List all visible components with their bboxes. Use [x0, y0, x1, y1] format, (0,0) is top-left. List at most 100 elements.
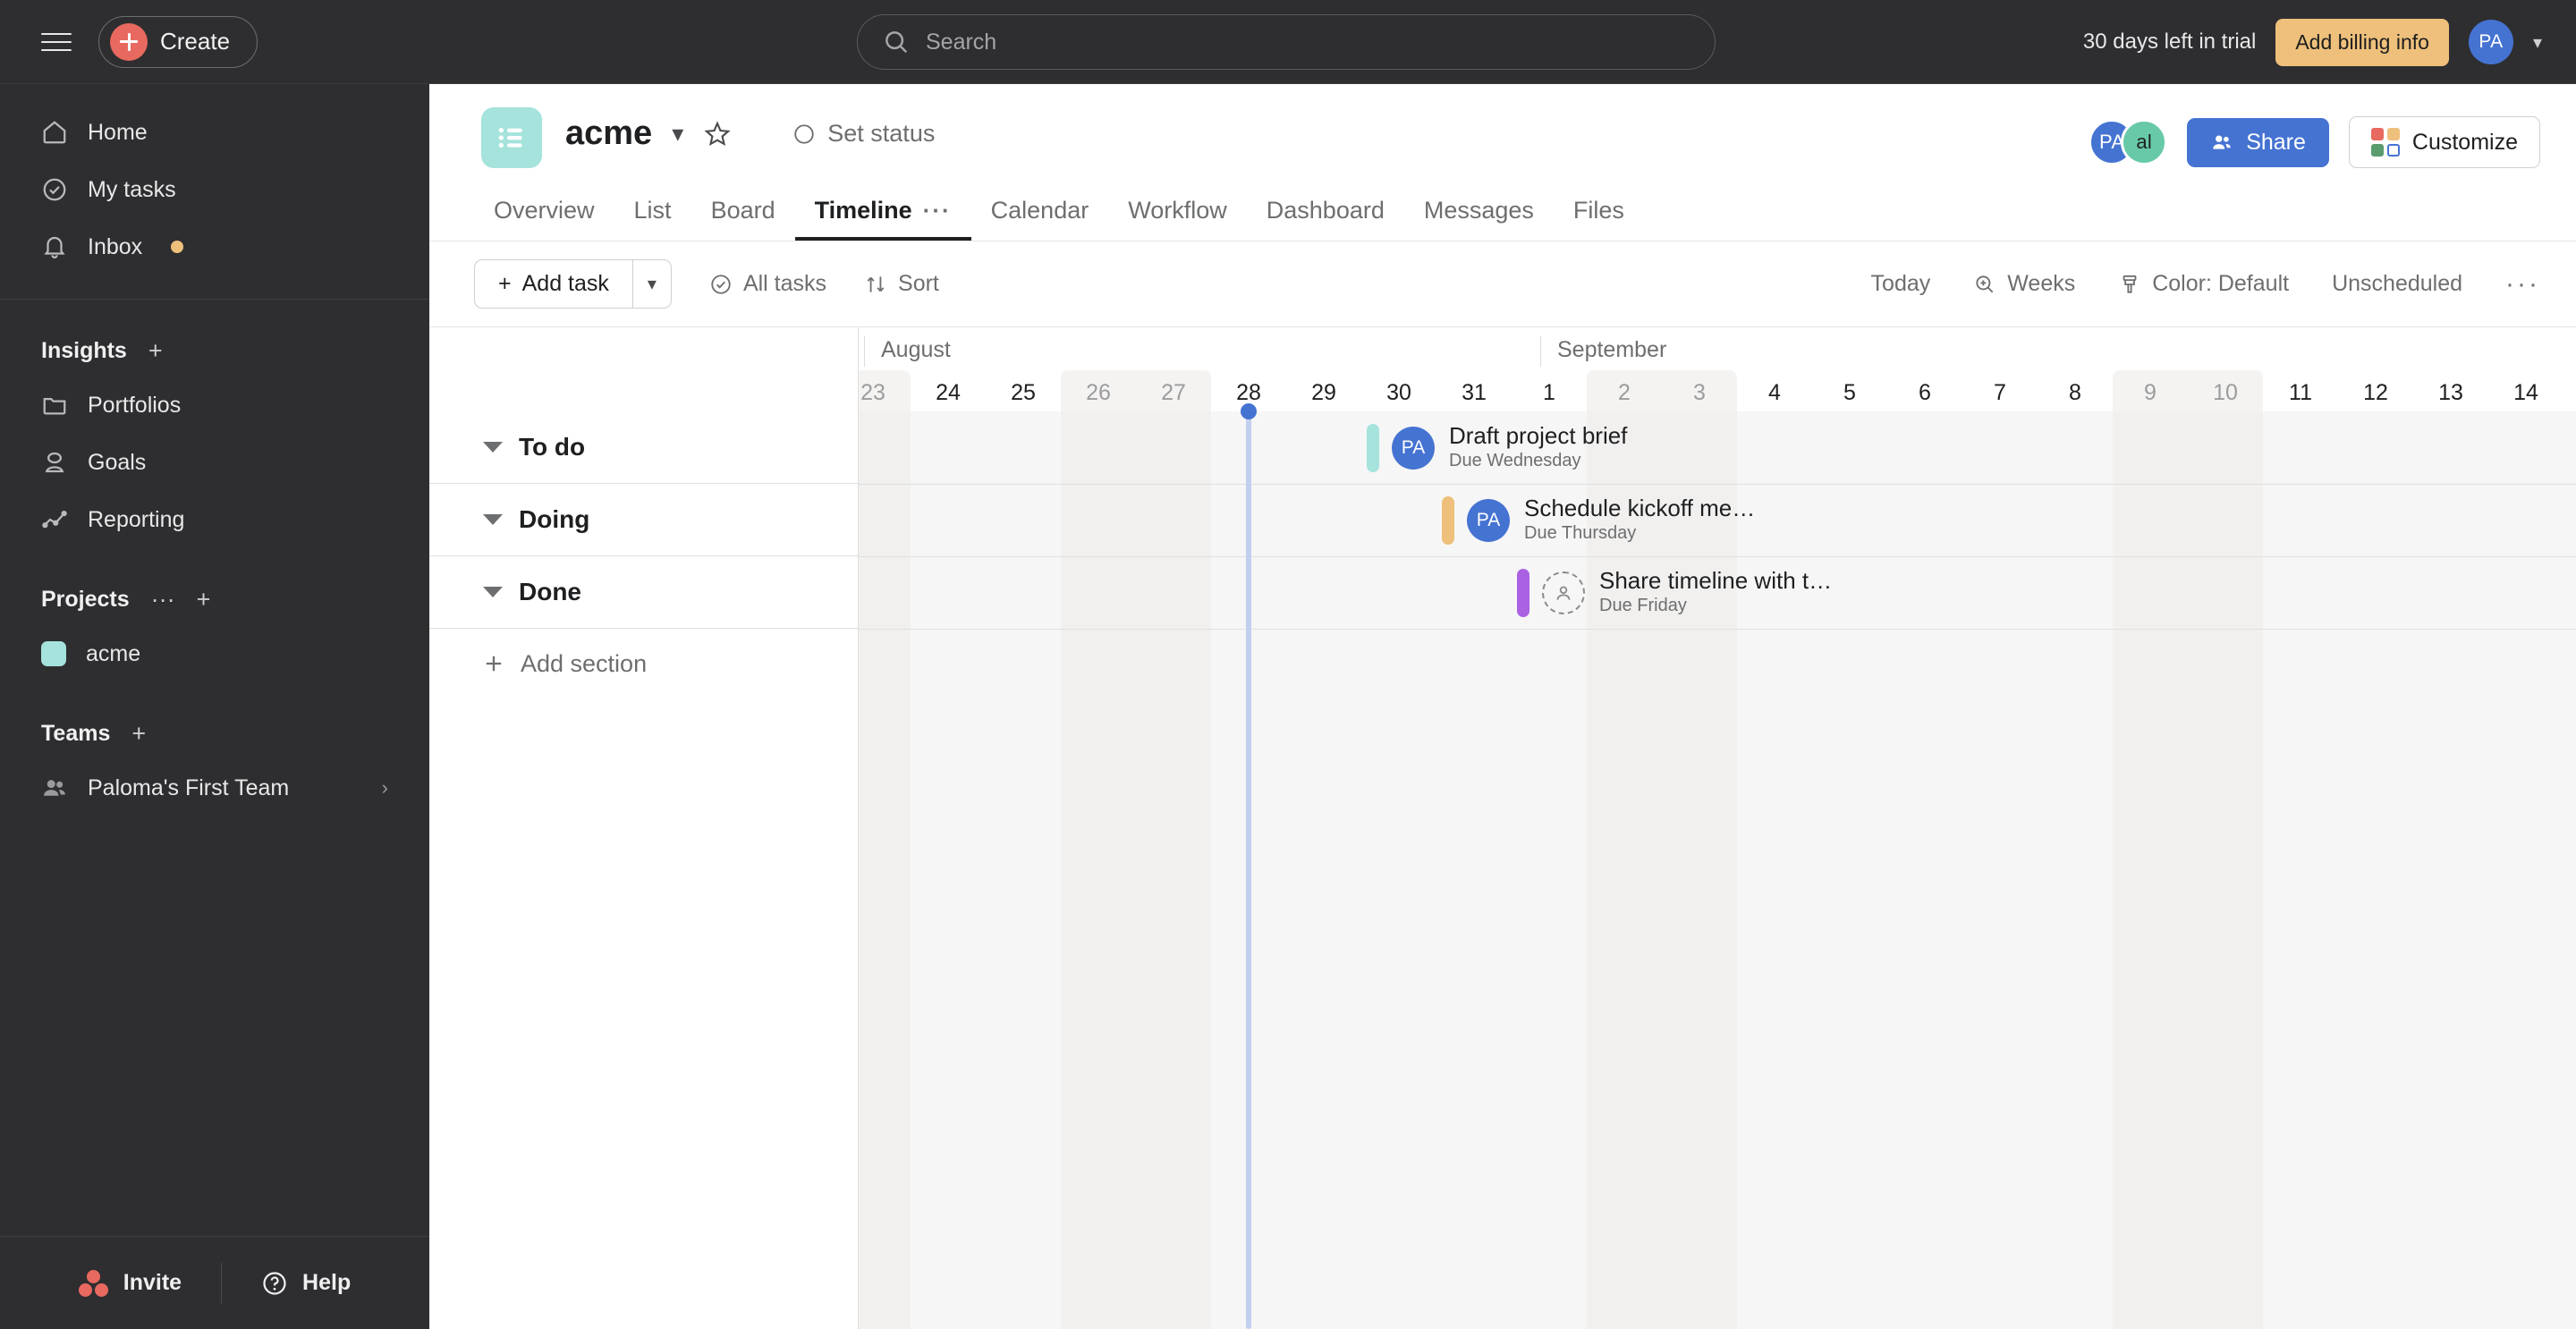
avatar[interactable]: al: [2121, 119, 2168, 165]
timeline-more-options-button[interactable]: ···: [2505, 269, 2540, 300]
task-text-group: Schedule kickoff me… Due Thursday: [1524, 495, 1755, 546]
tab-list[interactable]: List: [614, 188, 691, 241]
timeline-canvas[interactable]: PA Draft project brief Due Wednesday PA Sche…: [859, 403, 2576, 1329]
section-row-to-do[interactable]: To do: [429, 411, 858, 484]
task-color-bar[interactable]: [1517, 568, 1530, 617]
project-title-group: acme ▾ Set status: [565, 114, 935, 153]
add-billing-info-button[interactable]: Add billing info: [2275, 18, 2449, 66]
help-button[interactable]: Help: [222, 1270, 390, 1297]
paintbrush-icon: [2123, 275, 2137, 293]
section-label: Done: [519, 578, 581, 605]
invite-button[interactable]: Invite: [39, 1269, 221, 1297]
list-icon: [498, 128, 522, 148]
add-task-button[interactable]: + Add task ▾: [474, 259, 672, 309]
day-label: 11: [2289, 379, 2312, 405]
day-label: 9: [2144, 379, 2157, 405]
sidebar-item-team-palomas-first-team[interactable]: Paloma's First Team ›: [0, 759, 429, 817]
day-label: 5: [1843, 379, 1856, 405]
timeline-toolbar-right: Today Weeks Color: Default Unscheduled ·…: [1828, 269, 2540, 300]
add-project-button[interactable]: +: [197, 587, 211, 612]
day-label: 24: [936, 379, 961, 405]
account-avatar[interactable]: PA: [2468, 20, 2513, 64]
section-label: To do: [519, 433, 586, 461]
task-text-group: Share timeline with t… Due Friday: [1599, 567, 1832, 618]
sidebar-section-projects-title: Projects: [41, 586, 130, 612]
sort-button[interactable]: Sort: [864, 271, 939, 297]
section-row-doing[interactable]: Doing: [429, 484, 858, 556]
sidebar-item-portfolios[interactable]: Portfolios: [0, 377, 429, 434]
unassigned-avatar-icon[interactable]: [1542, 571, 1585, 614]
all-tasks-filter-button[interactable]: All tasks: [709, 271, 826, 297]
add-section-button[interactable]: Add section: [429, 629, 858, 698]
timeline-task-bar[interactable]: PA Schedule kickoff me… Due Thursday: [1442, 484, 1755, 556]
tab-label: Overview: [494, 197, 595, 224]
set-status-button[interactable]: Set status: [792, 120, 935, 148]
sidebar-item-reporting[interactable]: Reporting: [0, 491, 429, 548]
customize-button[interactable]: Customize: [2348, 116, 2540, 168]
sidebar-item-project-acme-label: acme: [86, 640, 141, 666]
tab-timeline[interactable]: Timeline ···: [795, 188, 971, 241]
project-color-swatch: [41, 641, 66, 666]
sidebar-section-insights-title: Insights: [41, 337, 127, 363]
weekend-shade: [859, 411, 911, 1329]
tab-overview[interactable]: Overview: [474, 188, 614, 241]
add-task-dropdown-chevron-down-icon[interactable]: ▾: [631, 260, 671, 308]
avatar[interactable]: PA: [1467, 498, 1510, 542]
zoom-level-button[interactable]: Weeks: [1973, 271, 2075, 297]
create-button[interactable]: Create: [98, 15, 258, 68]
chevron-right-icon[interactable]: ›: [382, 776, 388, 800]
add-insight-button[interactable]: +: [148, 338, 163, 363]
sidebar-item-my-tasks[interactable]: My tasks: [0, 161, 429, 218]
tab-messages[interactable]: Messages: [1404, 188, 1554, 241]
timeline-grid[interactable]: August September 23 24 25 26 27 28 29 30 31 1 2 3 4 5 6…: [859, 327, 2576, 1329]
tab-dashboard[interactable]: Dashboard: [1247, 188, 1404, 241]
sidebar-item-goals[interactable]: Goals: [0, 434, 429, 491]
sidebar-item-goals-label: Goals: [88, 449, 147, 475]
sidebar-nav: Home My tasks Inbox: [0, 84, 429, 275]
collapse-triangle-icon[interactable]: [483, 514, 503, 525]
tab-workflow[interactable]: Workflow: [1108, 188, 1247, 241]
today-indicator-line: [1246, 411, 1251, 1329]
global-topbar: Create Search 30 days left in trial Add …: [0, 0, 2576, 84]
add-section-label: Add section: [521, 649, 648, 677]
month-label: August: [864, 336, 951, 367]
avatar[interactable]: PA: [1392, 426, 1435, 470]
hamburger-icon[interactable]: [41, 32, 72, 51]
sidebar-item-project-acme[interactable]: acme: [0, 625, 429, 682]
search-input[interactable]: Search: [857, 14, 1716, 70]
section-row-done[interactable]: Done: [429, 556, 858, 629]
today-button[interactable]: Today: [1871, 271, 1931, 297]
folder-icon: [43, 398, 66, 415]
sidebar-item-home[interactable]: Home: [0, 104, 429, 161]
chevron-down-icon[interactable]: ▾: [2533, 31, 2542, 54]
day-label: 26: [1086, 379, 1111, 405]
timeline-task-bar[interactable]: Share timeline with t… Due Friday: [1517, 556, 1832, 629]
project-menu-chevron-down-icon[interactable]: ▾: [672, 120, 683, 148]
share-button[interactable]: Share: [2187, 117, 2329, 167]
add-team-button[interactable]: +: [131, 721, 146, 746]
tab-overflow-menu-icon[interactable]: ···: [923, 197, 952, 224]
day-label: 30: [1386, 379, 1411, 405]
customize-icon: [2370, 128, 2400, 157]
tab-files[interactable]: Files: [1554, 188, 1644, 241]
collapse-triangle-icon[interactable]: [483, 442, 503, 453]
collapse-triangle-icon[interactable]: [483, 587, 503, 597]
tab-board[interactable]: Board: [691, 188, 795, 241]
sidebar-item-team-label: Paloma's First Team: [88, 775, 290, 800]
projects-more-button[interactable]: ···: [151, 587, 175, 612]
color-mode-button[interactable]: Color: Default: [2118, 271, 2289, 297]
tab-calendar[interactable]: Calendar: [971, 188, 1109, 241]
task-color-bar[interactable]: [1442, 495, 1454, 545]
task-color-bar[interactable]: [1367, 423, 1379, 472]
sidebar-item-reporting-label: Reporting: [88, 506, 185, 532]
timeline-task-bar[interactable]: PA Draft project brief Due Wednesday: [1367, 411, 1627, 484]
project-header-actions: PA al Share Customize: [2089, 116, 2540, 168]
unscheduled-button[interactable]: Unscheduled: [2332, 271, 2462, 297]
zoom-in-icon: [1976, 275, 1994, 292]
task-due-date: Due Wednesday: [1449, 451, 1581, 471]
sidebar-item-inbox[interactable]: Inbox: [0, 218, 429, 275]
timeline-sections-panel: To do Doing Done Add section: [429, 327, 859, 1329]
favorite-star-icon[interactable]: [703, 120, 732, 148]
color-mode-label: Color: Default: [2152, 271, 2290, 296]
plus-icon: +: [498, 271, 512, 296]
